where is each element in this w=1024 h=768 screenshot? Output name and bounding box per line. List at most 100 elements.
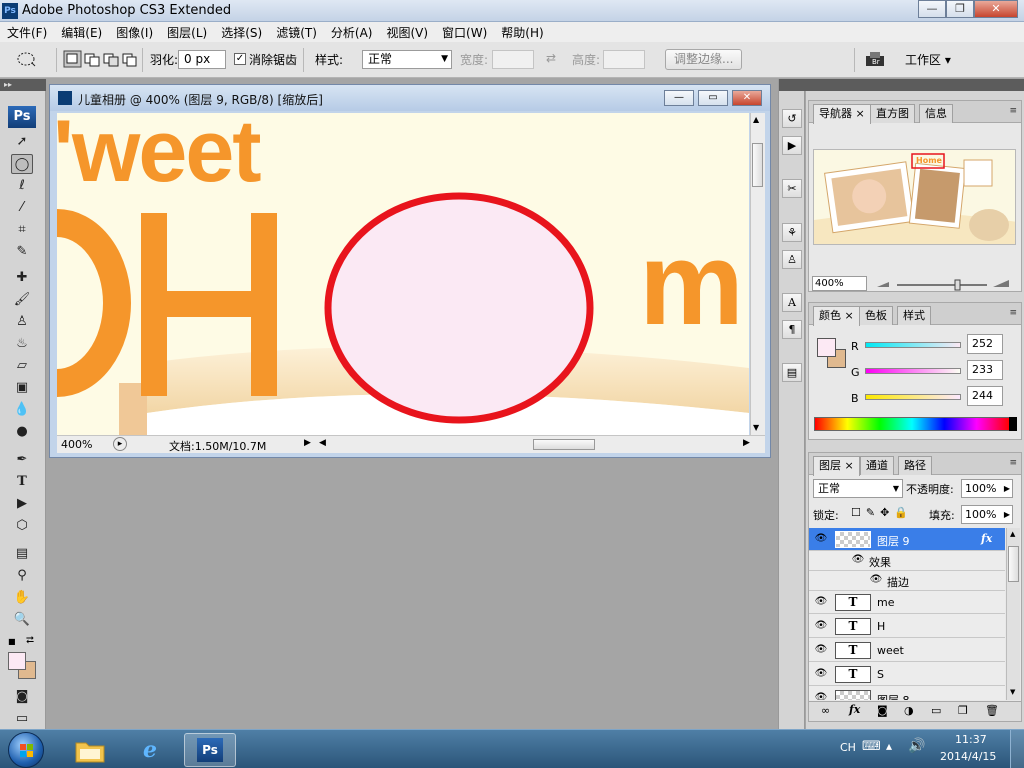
menu-layer[interactable]: 图层(L)	[160, 24, 214, 41]
default-colors-icon[interactable]: ■	[8, 637, 16, 646]
red-slider[interactable]	[865, 342, 961, 348]
panel-menu-icon[interactable]: ≡	[1009, 308, 1017, 318]
tab-histogram[interactable]: 直方图	[870, 104, 915, 123]
tab-paths[interactable]: 路径	[898, 456, 932, 475]
scroll-up-icon[interactable]: ▲	[753, 115, 759, 124]
layers-scrollbar[interactable]: ▲ ▼	[1006, 528, 1020, 700]
swap-icon[interactable]: ⇄	[546, 51, 556, 65]
swap-colors-icon[interactable]: ⮂	[26, 635, 34, 646]
menu-select[interactable]: 选择(S)	[214, 24, 269, 41]
layer-row-layer9[interactable]: 👁 图层 9 fx	[809, 528, 1005, 551]
language-indicator[interactable]: CH	[840, 741, 856, 754]
refine-edge-button[interactable]: 调整边缘...	[665, 49, 743, 70]
document-maximize-button[interactable]: ▭	[698, 90, 728, 106]
scroll-up-icon[interactable]: ▲	[1010, 530, 1015, 538]
visibility-eye-icon[interactable]: 👁	[814, 668, 828, 680]
eyedropper-tool-icon[interactable]: ⚲	[11, 566, 33, 586]
slice-tool-icon[interactable]: ✎	[11, 242, 33, 262]
visibility-eye-icon[interactable]: 👁	[869, 574, 883, 586]
width-input[interactable]	[492, 50, 534, 69]
layer-row-me[interactable]: 👁 T me	[809, 591, 1005, 614]
fill-arrow-icon[interactable]: ▶	[1004, 506, 1010, 523]
menu-image[interactable]: 图像(I)	[109, 24, 160, 41]
lock-icons[interactable]: ☐✎✥🔒	[851, 506, 913, 519]
document-titlebar[interactable]: 儿童相册 @ 400% (图层 9, RGB/8) [缩放后] — ▭ ✕	[50, 85, 770, 111]
lasso-tool-icon[interactable]: ℓ	[11, 176, 33, 196]
spectrum-black-swatch[interactable]	[1009, 417, 1017, 431]
status-info-icon[interactable]: ▸	[113, 437, 127, 451]
screen-mode-icon[interactable]: ▭	[11, 709, 33, 729]
notes-panel-icon[interactable]: ▤	[782, 363, 802, 382]
opacity-input[interactable]: 100% ▶	[961, 479, 1013, 498]
shape-tool-icon[interactable]: ⬡	[11, 516, 33, 536]
menu-edit[interactable]: 编辑(E)	[54, 24, 109, 41]
eraser-tool-icon[interactable]: ▱	[11, 356, 33, 376]
tool-presets-panel-icon[interactable]: ✂	[782, 179, 802, 198]
fill-input[interactable]: 100% ▶	[961, 505, 1013, 524]
zoom-level[interactable]: 400%	[61, 438, 92, 451]
tab-color[interactable]: 颜色 ×	[813, 306, 860, 326]
tab-layers[interactable]: 图层 ×	[813, 456, 860, 476]
opacity-arrow-icon[interactable]: ▶	[1004, 480, 1010, 497]
menu-help[interactable]: 帮助(H)	[494, 24, 550, 41]
scroll-thumb[interactable]	[752, 143, 763, 187]
antialias-checkbox[interactable]: ✓	[234, 53, 246, 65]
menu-filter[interactable]: 滤镜(T)	[269, 24, 324, 41]
type-tool-icon[interactable]: T	[11, 472, 33, 492]
green-slider[interactable]	[865, 368, 961, 374]
gradient-tool-icon[interactable]: ▣	[11, 378, 33, 398]
panels-grip[interactable]	[806, 79, 1024, 91]
menu-analysis[interactable]: 分析(A)	[324, 24, 380, 41]
path-selection-tool-icon[interactable]: ▶	[11, 494, 33, 514]
visibility-eye-icon[interactable]: 👁	[814, 644, 828, 656]
blue-value-input[interactable]: 244	[967, 386, 1003, 406]
layer-row-weet[interactable]: 👁 T weet	[809, 639, 1005, 662]
scroll-down-icon[interactable]: ▼	[753, 423, 759, 432]
tab-styles[interactable]: 样式	[897, 306, 931, 325]
new-group-icon[interactable]: ▭	[931, 704, 941, 717]
layer-row-layer8[interactable]: 👁 图层 8	[809, 687, 1005, 700]
layers-scroll-thumb[interactable]	[1008, 546, 1019, 582]
pen-tool-icon[interactable]: ✒	[11, 450, 33, 470]
history-brush-tool-icon[interactable]: ♨	[11, 334, 33, 354]
quick-mask-icon[interactable]: ◙	[11, 687, 33, 707]
document-canvas[interactable]: 'weet m	[57, 113, 749, 440]
adjustment-layer-icon[interactable]: ◑	[904, 704, 914, 717]
minimize-button[interactable]: —	[918, 0, 946, 18]
bridge-icon[interactable]: Br	[864, 50, 890, 70]
new-layer-icon[interactable]: ❐	[958, 704, 968, 717]
height-input[interactable]	[603, 50, 645, 69]
tab-navigator[interactable]: 导航器 ×	[813, 104, 871, 124]
taskbar-photoshop[interactable]: Ps	[184, 733, 236, 767]
move-tool-icon[interactable]: ➚	[11, 132, 33, 152]
panel-menu-icon[interactable]: ≡	[1009, 106, 1017, 116]
elliptical-marquee-preset-icon[interactable]	[16, 51, 36, 67]
menu-file[interactable]: 文件(F)	[0, 24, 54, 41]
scroll-right-icon[interactable]: ▶	[743, 438, 750, 448]
navigator-zoom-input[interactable]: 400%	[812, 276, 867, 291]
style-select[interactable]: 正常 ▼	[362, 50, 452, 69]
taskbar-ie[interactable]: e	[124, 733, 176, 767]
close-button[interactable]: ✕	[974, 0, 1018, 18]
visibility-eye-icon[interactable]: 👁	[814, 620, 828, 632]
layer-row-s[interactable]: 👁 T S	[809, 663, 1005, 686]
feather-input[interactable]: 0 px	[178, 50, 226, 69]
document-minimize-button[interactable]: —	[664, 90, 694, 106]
scroll-left-icon[interactable]: ◀	[319, 438, 326, 448]
color-spectrum-bar[interactable]	[814, 417, 1010, 431]
fx-badge-icon[interactable]: fx	[981, 532, 992, 545]
volume-icon[interactable]: 🔊	[908, 738, 925, 754]
brush-tool-icon[interactable]: 🖌	[11, 290, 33, 310]
crop-tool-icon[interactable]: ⌗	[11, 220, 33, 240]
navigator-thumbnail[interactable]: Home	[813, 149, 1016, 245]
clone-source-panel-icon[interactable]: ♙	[782, 250, 802, 269]
document-close-button[interactable]: ✕	[732, 90, 762, 106]
red-value-input[interactable]: 252	[967, 334, 1003, 354]
blur-tool-icon[interactable]: 💧	[11, 400, 33, 420]
link-layers-icon[interactable]: ∞	[821, 704, 830, 717]
start-button[interactable]	[8, 732, 44, 768]
toolbox-collapse-grip[interactable]: ▸▸	[0, 79, 46, 91]
actions-panel-icon[interactable]: ▶	[782, 136, 802, 155]
horizontal-scroll-thumb[interactable]	[533, 439, 595, 450]
status-menu-arrow-icon[interactable]: ▶	[304, 438, 311, 448]
